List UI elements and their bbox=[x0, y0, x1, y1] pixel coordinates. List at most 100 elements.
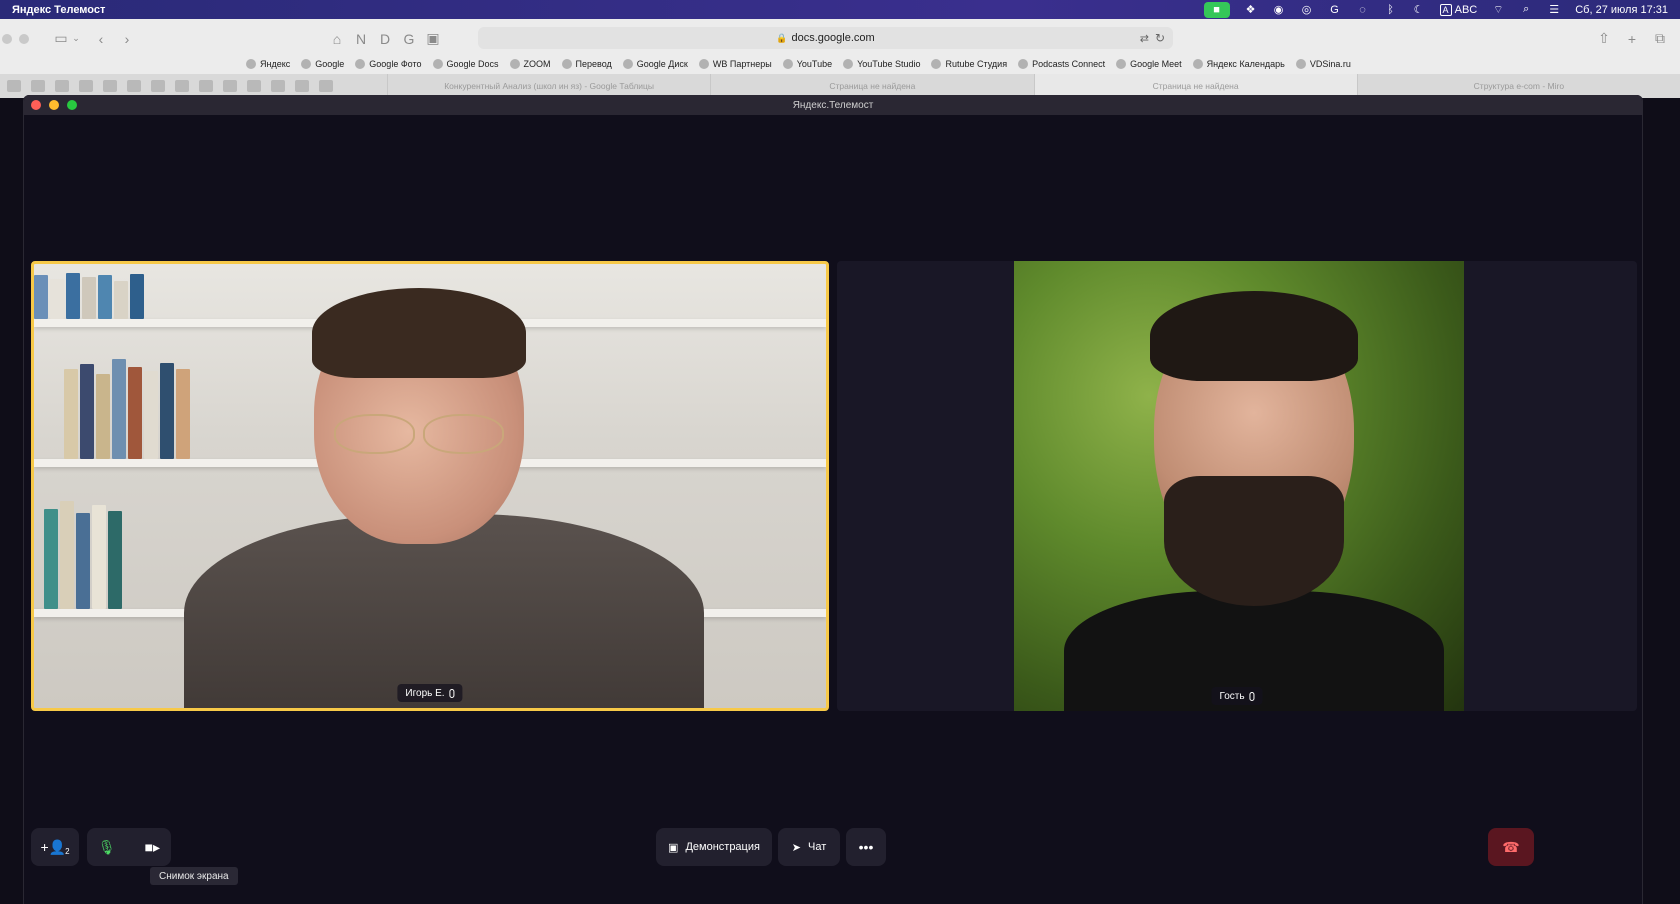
bluetooth-icon[interactable]: ᛒ bbox=[1384, 3, 1398, 17]
share-icon[interactable]: ⇧ bbox=[1594, 29, 1614, 49]
pinned-tab-icon[interactable] bbox=[247, 80, 261, 92]
bookmark-icon bbox=[931, 59, 942, 69]
vpn-icon[interactable]: ◌ bbox=[1356, 3, 1370, 17]
bookmark-icon bbox=[509, 59, 520, 69]
browser-minimize-button[interactable] bbox=[19, 33, 29, 44]
control-center-icon[interactable]: ☰ bbox=[1547, 3, 1561, 17]
forward-icon[interactable]: › bbox=[117, 29, 137, 49]
home-icon[interactable]: ⌂ bbox=[327, 29, 347, 49]
pinned-tab-icon[interactable] bbox=[319, 80, 333, 92]
bookmark-item[interactable]: Google bbox=[301, 59, 344, 69]
hang-up-icon: ☎ bbox=[1502, 838, 1520, 855]
bookmark-item[interactable]: Перевод bbox=[561, 59, 612, 69]
bookmark-item[interactable]: Podcasts Connect bbox=[1018, 59, 1105, 69]
pinned-tab-icon[interactable] bbox=[199, 80, 213, 92]
participant-name: Гость bbox=[1219, 690, 1245, 702]
pinned-tabs bbox=[7, 80, 387, 92]
bookmark-item[interactable]: YouTube Studio bbox=[843, 59, 920, 69]
grammarly-extension-icon[interactable]: G bbox=[399, 29, 419, 49]
pinned-tab-icon[interactable] bbox=[295, 80, 309, 92]
bookmark-item[interactable]: Google Docs bbox=[432, 59, 499, 69]
bookmark-item[interactable]: ZOOM bbox=[509, 59, 551, 69]
address-url: docs.google.com bbox=[791, 32, 875, 44]
chrome-icon[interactable]: ◎ bbox=[1300, 3, 1314, 17]
screen-share-icon: ▣ bbox=[668, 841, 679, 854]
menu-datetime[interactable]: Сб, 27 июля 17:31 bbox=[1575, 3, 1668, 17]
facetime-icon[interactable]: ■ bbox=[1203, 1, 1230, 18]
chat-button[interactable]: ➤ Чат bbox=[778, 828, 840, 866]
microphone-toggle-icon[interactable]: 🎙 bbox=[98, 839, 116, 856]
translate-icon[interactable]: ⇄ bbox=[1140, 32, 1149, 45]
bookmark-item[interactable]: YouTube bbox=[782, 59, 832, 69]
bookmark-item[interactable]: Google Meet bbox=[1116, 59, 1182, 69]
window-titlebar: Яндекс.Телемост bbox=[24, 95, 1642, 115]
add-participant-button[interactable]: +👤 2 bbox=[31, 828, 79, 866]
participant-video-guest bbox=[1014, 261, 1464, 711]
pinned-tab-icon[interactable] bbox=[103, 80, 117, 92]
mic-icon bbox=[1249, 691, 1255, 701]
pinned-tab-icon[interactable] bbox=[223, 80, 237, 92]
browser-toolbar: ▭ ⌄ ‹ › ⌂ N D G ▣ 🔒 docs.google.com ⇄ ↻ … bbox=[0, 19, 1680, 58]
wifi-icon[interactable]: ⌔ bbox=[1491, 3, 1505, 17]
tab-overview-icon[interactable]: ⧉ bbox=[1650, 29, 1670, 49]
end-call-button[interactable]: ☎ bbox=[1488, 828, 1534, 866]
bookmark-item[interactable]: WB Партнеры bbox=[698, 59, 772, 69]
bookmark-item[interactable]: Rutube Студия bbox=[931, 59, 1007, 69]
participant-name: Игорь Е. bbox=[405, 687, 445, 699]
camera-toggle-icon[interactable]: ■▸ bbox=[145, 839, 160, 856]
bookmark-icon bbox=[246, 59, 256, 69]
call-stage: Игорь Е. Гость +👤 2 🎙 ■▸ Снимок экрана ▣… bbox=[24, 115, 1642, 904]
add-user-icon: +👤 bbox=[40, 838, 67, 855]
notion-icon[interactable]: N bbox=[351, 29, 371, 49]
pinned-tab-icon[interactable] bbox=[79, 80, 93, 92]
screenshot-tooltip: Снимок экрана bbox=[150, 867, 238, 885]
pinned-tab-icon[interactable] bbox=[55, 80, 69, 92]
more-options-button[interactable]: ••• bbox=[846, 828, 886, 866]
bookmark-item[interactable]: Яндекс bbox=[246, 59, 290, 69]
pinned-tab-icon[interactable] bbox=[271, 80, 285, 92]
pinned-tab-icon[interactable] bbox=[175, 80, 189, 92]
reader-icon[interactable]: ▣ bbox=[423, 29, 443, 49]
browser-window-controls bbox=[2, 33, 29, 44]
back-icon[interactable]: ‹ bbox=[91, 29, 111, 49]
input-source-label: ABC bbox=[1454, 3, 1478, 16]
bookmarks-bar: Яндекс Google Google Фото Google Docs ZO… bbox=[0, 54, 1680, 74]
zoom-icon[interactable]: ◉ bbox=[1272, 3, 1286, 17]
menu-status-area: ■ ❖ ◉ ◎ G ◌ ᛒ ☾ A ABC ⌔ ⌕ ☰ Сб, 27 июля … bbox=[1203, 1, 1668, 18]
moon-icon[interactable]: ☾ bbox=[1412, 3, 1426, 17]
bookmark-icon bbox=[782, 59, 793, 69]
pinned-tab-icon[interactable] bbox=[31, 80, 45, 92]
bookmark-icon bbox=[622, 59, 633, 69]
pinned-tab-icon[interactable] bbox=[7, 80, 21, 92]
bookmark-item[interactable]: Яндекс Календарь bbox=[1192, 59, 1285, 69]
address-bar[interactable]: 🔒 docs.google.com ⇄ ↻ bbox=[478, 27, 1173, 49]
chevron-down-icon[interactable]: ⌄ bbox=[71, 29, 81, 49]
browser-close-button[interactable] bbox=[2, 33, 12, 44]
grammarly-icon[interactable]: G bbox=[1328, 3, 1342, 17]
media-controls: 🎙 ■▸ bbox=[87, 828, 171, 866]
fullscreen-button[interactable] bbox=[67, 100, 77, 110]
close-button[interactable] bbox=[31, 100, 41, 110]
bookmark-item[interactable]: Google Диск bbox=[622, 59, 688, 69]
reload-icon[interactable]: ↻ bbox=[1155, 31, 1165, 45]
pinned-tab-icon[interactable] bbox=[127, 80, 141, 92]
participant-count-badge: 2 bbox=[65, 846, 70, 856]
more-icon: ••• bbox=[858, 839, 874, 855]
participant-tile[interactable]: Гость bbox=[837, 261, 1637, 711]
sidebar-toggle-icon[interactable]: ▭ bbox=[51, 29, 71, 49]
bookmark-item[interactable]: VDSina.ru bbox=[1295, 59, 1351, 69]
macos-menu-bar: Яндекс Телемост ■ ❖ ◉ ◎ G ◌ ᛒ ☾ A ABC ⌔ … bbox=[0, 0, 1680, 19]
participant-tile-active[interactable]: Игорь Е. bbox=[31, 261, 829, 711]
extension-d-icon[interactable]: D bbox=[375, 29, 395, 49]
pinned-tab-icon[interactable] bbox=[151, 80, 165, 92]
window-title: Яндекс.Телемост bbox=[792, 99, 874, 111]
mic-icon bbox=[449, 688, 455, 698]
menu-app-name[interactable]: Яндекс Телемост bbox=[12, 4, 105, 16]
input-source-icon[interactable]: A ABC bbox=[1439, 3, 1478, 17]
screen-share-button[interactable]: ▣ Демонстрация bbox=[656, 828, 772, 866]
bookmark-item[interactable]: Google Фото bbox=[355, 59, 422, 69]
spotlight-icon[interactable]: ⌕ bbox=[1519, 3, 1533, 17]
dropbox-icon[interactable]: ❖ bbox=[1244, 3, 1258, 17]
minimize-button[interactable] bbox=[49, 100, 59, 110]
new-tab-icon[interactable]: + bbox=[1622, 29, 1642, 49]
